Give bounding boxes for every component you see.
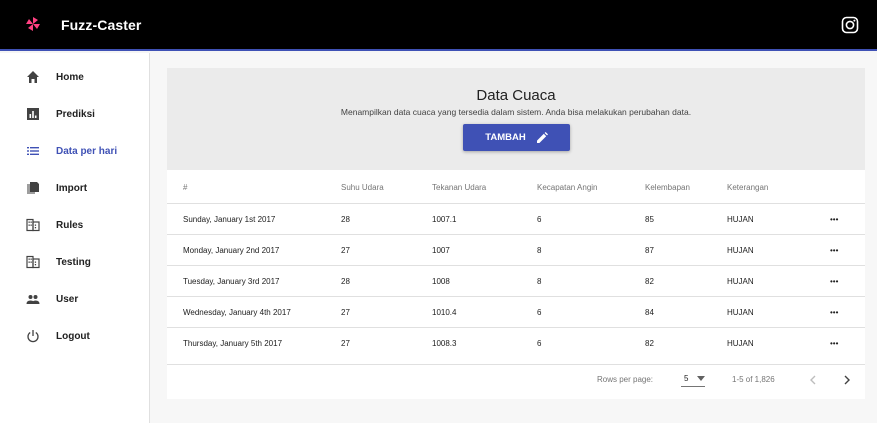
rows-per-page-select[interactable]: 5 [681,373,705,387]
sidebar-item-user[interactable]: User [0,282,150,316]
table-cell: 27 [341,246,350,255]
table-cell: Wednesday, January 4th 2017 [183,308,291,317]
table-cell: 1010.4 [432,308,457,317]
rules-icon [26,218,40,232]
table-cell: Sunday, January 1st 2017 [183,215,276,224]
add-button[interactable]: TAMBAH [463,124,570,151]
table-pagination: Rows per page: 5 1-5 of 1,826 [167,364,865,399]
sidebar-item-label: Import [56,182,88,194]
sidebar-item-home[interactable]: Home [0,60,150,94]
chevron-right-icon[interactable] [841,374,853,386]
chart-icon [27,108,39,120]
testing-icon [26,255,40,269]
table-row[interactable]: Tuesday, January 3rd 2017 28 1008 8 82 H… [167,265,865,296]
more-options-icon[interactable]: ••• [830,235,838,266]
instagram-icon[interactable] [841,16,859,34]
table-row[interactable]: Thursday, January 5th 2017 27 1008.3 6 8… [167,327,865,358]
column-header[interactable]: Kelembapan [645,172,690,203]
sidebar-item-import[interactable]: Import [0,171,150,205]
more-options-icon[interactable]: ••• [830,328,838,359]
pencil-icon [536,131,548,143]
table-cell: 27 [341,339,350,348]
chevron-left-icon[interactable] [807,374,819,386]
pinwheel-logo-icon [26,17,40,31]
sidebar-item-testing[interactable]: Testing [0,245,150,279]
more-options-icon[interactable]: ••• [830,266,838,297]
table-cell: HUJAN [727,215,754,224]
table-cell: 27 [341,308,350,317]
add-button-label: TAMBAH [485,132,526,143]
data-card: Data Cuaca Menampilkan data cuaca yang t… [167,68,865,399]
table-cell: 87 [645,246,654,255]
sidebar-item-label: Data per hari [56,145,118,157]
app-title: Fuzz-Caster [61,17,142,33]
table-cell: 1008 [432,277,450,286]
table-cell: 8 [537,246,542,255]
sidebar-item-label: Home [56,71,84,83]
rows-per-page-value: 5 [684,374,689,383]
table-cell: 8 [537,277,542,286]
table-cell: 82 [645,277,654,286]
table-cell: 6 [537,339,542,348]
table-row[interactable]: Wednesday, January 4th 2017 27 1010.4 6 … [167,296,865,327]
table-row[interactable]: Monday, January 2nd 2017 27 1007 8 87 HU… [167,234,865,265]
user-icon [26,295,40,304]
table-cell: Tuesday, January 3rd 2017 [183,277,280,286]
sidebar-item-label: User [56,293,79,305]
table-header: # Suhu Udara Tekanan Udara Kecapatan Ang… [167,172,865,203]
table-cell: 82 [645,339,654,348]
page-title: Data Cuaca [476,87,556,104]
table-cell: 6 [537,215,542,224]
sidebar: Home Prediksi Data per hari Import Rules… [0,53,150,423]
sidebar-item-prediksi[interactable]: Prediksi [0,97,150,131]
app-bar: Fuzz-Caster [0,0,877,51]
table-cell: 28 [341,215,350,224]
more-options-icon[interactable]: ••• [830,297,838,328]
sidebar-item-logout[interactable]: Logout [0,319,150,353]
sidebar-item-rules[interactable]: Rules [0,208,150,242]
rows-per-page-label: Rows per page: [597,375,654,384]
table-cell: 1007.1 [432,215,457,224]
sidebar-item-label: Prediksi [56,108,95,120]
table-cell: 85 [645,215,654,224]
table-cell: 6 [537,308,542,317]
table-cell: HUJAN [727,277,754,286]
sidebar-item-label: Rules [56,219,84,231]
sidebar-item-label: Logout [56,330,90,342]
import-icon [27,182,39,194]
power-icon [27,330,39,343]
sidebar-item-label: Testing [56,256,91,268]
table-row[interactable]: Sunday, January 1st 2017 28 1007.1 6 85 … [167,203,865,234]
table-cell: 1008.3 [432,339,457,348]
home-icon [27,71,39,83]
more-options-icon[interactable]: ••• [830,204,838,235]
table-cell: 84 [645,308,654,317]
list-icon [27,147,39,155]
column-header[interactable]: Tekanan Udara [432,172,486,203]
column-header[interactable]: Kecapatan Angin [537,172,598,203]
column-header[interactable]: Keterangan [727,172,768,203]
page-subtitle: Menampilkan data cuaca yang tersedia dal… [340,107,692,117]
column-header[interactable]: # [183,172,187,203]
column-header[interactable]: Suhu Udara [341,172,384,203]
sidebar-item-data-per-hari[interactable]: Data per hari [0,134,150,168]
card-header: Data Cuaca Menampilkan data cuaca yang t… [167,68,865,170]
table-cell: HUJAN [727,246,754,255]
pagination-range: 1-5 of 1,826 [732,375,775,384]
table-cell: HUJAN [727,339,754,348]
table-cell: Monday, January 2nd 2017 [183,246,280,255]
table-cell: Thursday, January 5th 2017 [183,339,283,348]
table-cell: 1007 [432,246,450,255]
main-content: Data Cuaca Menampilkan data cuaca yang t… [150,53,877,423]
table-cell: 28 [341,277,350,286]
table-cell: HUJAN [727,308,754,317]
caret-down-icon [697,376,705,381]
